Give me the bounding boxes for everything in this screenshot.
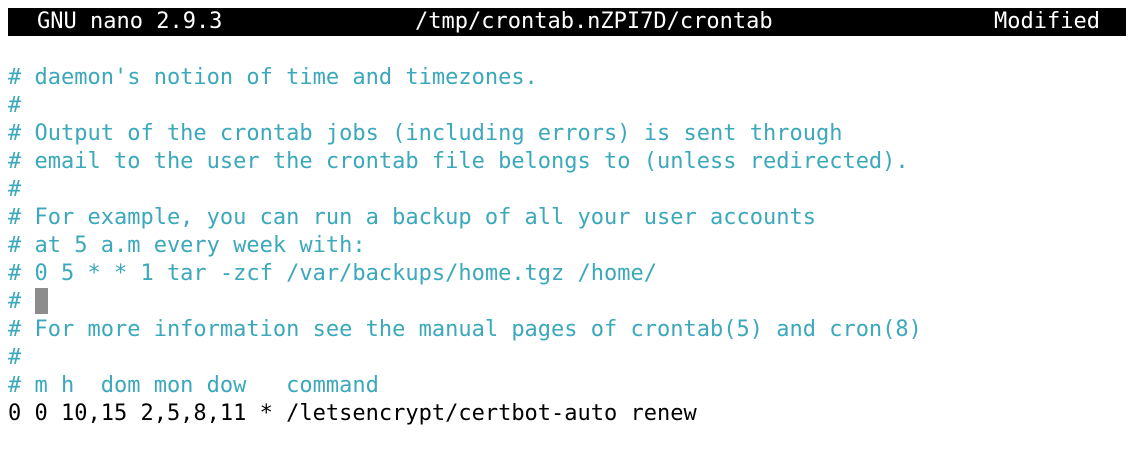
file-path-label: /tmp/crontab.nZPI7D/crontab [415,9,773,34]
nano-title-bar: GNU nano 2.9.3 /tmp/crontab.nZPI7D/cront… [8,8,1126,36]
editor-line-9-with-cursor[interactable]: # [8,288,1134,316]
editor-line-3[interactable]: # Output of the crontab jobs (including … [8,120,1134,148]
editor-line-2[interactable]: # [8,92,1134,120]
editor-line-7[interactable]: # at 5 a.m every week with: [8,232,1134,260]
editor-line-5[interactable]: # [8,176,1134,204]
text-cursor [34,288,48,314]
editor-line-13-cron-entry[interactable]: 0 0 10,15 2,5,8,11 * /letsencrypt/certbo… [8,400,1134,428]
editor-line-6[interactable]: # For example, you can run a backup of a… [8,204,1134,232]
editor-line-4[interactable]: # email to the user the crontab file bel… [8,148,1134,176]
modified-status: Modified [994,9,1100,34]
editor-line-9-text[interactable]: # [8,289,35,314]
text-editor-area[interactable]: # daemon's notion of time and timezones.… [8,64,1134,428]
editor-line-8[interactable]: # 0 5 * * 1 tar -zcf /var/backups/home.t… [8,260,1134,288]
editor-line-10[interactable]: # For more information see the manual pa… [8,316,1134,344]
editor-line-12[interactable]: # m h dom mon dow command [8,372,1134,400]
editor-line-11[interactable]: # [8,344,1134,372]
editor-line-1[interactable]: # daemon's notion of time and timezones. [8,64,1134,92]
app-version-label: GNU nano 2.9.3 [37,9,223,34]
